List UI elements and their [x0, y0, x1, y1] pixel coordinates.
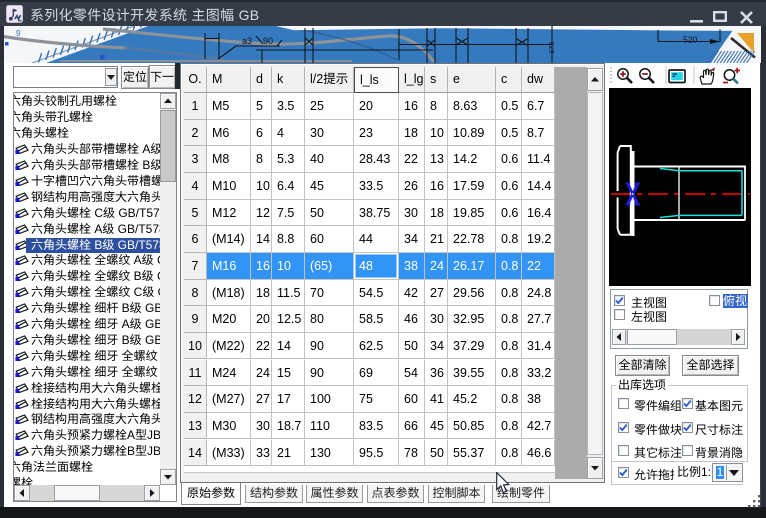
svg-text:9: 9: [16, 29, 21, 38]
svg-text:520: 520: [683, 35, 697, 45]
svg-text:175: 175: [547, 41, 556, 54]
svg-text:90: 90: [263, 36, 273, 46]
svg-text:a3: a3: [242, 36, 252, 46]
